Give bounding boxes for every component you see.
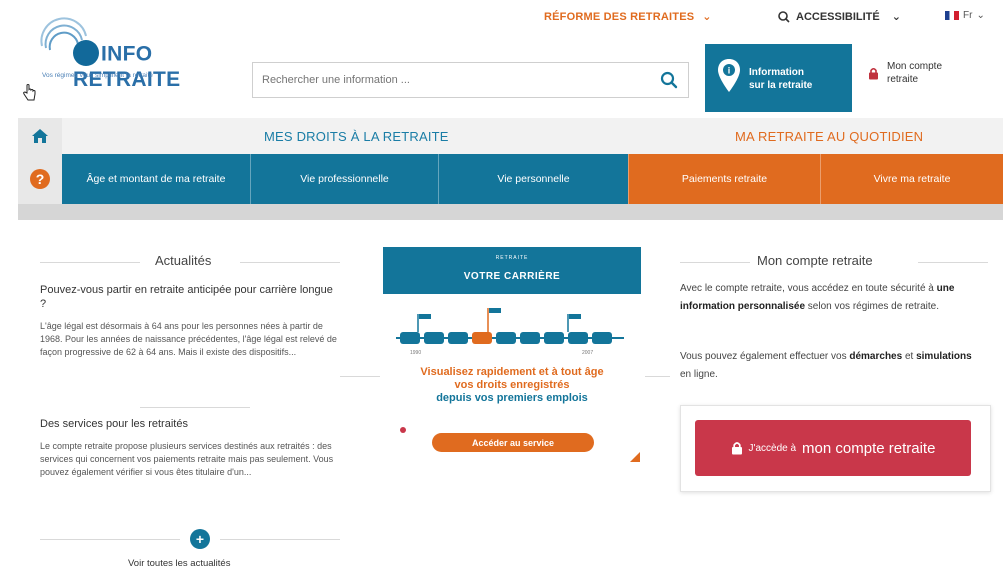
svg-text:i: i	[728, 66, 731, 76]
carriere-title: VOTRE CARRIÈRE	[463, 271, 561, 282]
search-input[interactable]	[253, 63, 643, 97]
divider	[140, 407, 250, 408]
carriere-line1: Visualisez rapidement et à tout âge	[420, 366, 604, 378]
infobox-line2: sur la retraite	[749, 80, 813, 91]
map-pin-icon: i	[718, 59, 740, 92]
carriere-description: Visualisez rapidement et à tout âge vos …	[383, 366, 641, 405]
logo-brand-text: INFO RETRAITE	[73, 40, 218, 92]
hand-cursor-icon	[23, 84, 36, 101]
main-nav-tabs: ? Âge et montant de ma retraite Vie prof…	[18, 154, 1003, 204]
chevron-down-icon: ⌄	[891, 11, 901, 23]
acceder-compte-retraite-button[interactable]: J'accède à mon compte retraite	[695, 420, 971, 476]
actualite-link-2[interactable]: Des services pour les retraités	[40, 418, 340, 430]
tab-vie-professionnelle[interactable]: Vie professionnelle	[250, 154, 438, 204]
chevron-down-icon: ⌄	[976, 10, 985, 21]
compte-paragraph-1: Avec le compte retraite, vous accédez en…	[680, 283, 955, 312]
language-label: Fr	[963, 10, 973, 21]
information-retraite-button[interactable]: i Information sur la retraite	[705, 44, 852, 112]
mon-compte-title: Mon compte retraite	[757, 253, 873, 268]
infobox-line1: Information	[749, 67, 804, 78]
decor-triangle-icon	[630, 452, 640, 462]
tab-paiements-retraite[interactable]: Paiements retraite	[628, 154, 820, 204]
main-nav-header: MES DROITS À LA RETRAITE MA RETRAITE AU …	[18, 118, 1003, 154]
votre-carriere-banner: RETRAITE VOTRE CARRIÈRE	[383, 247, 641, 294]
carriere-kicker: RETRAITE	[495, 255, 529, 261]
divider	[240, 262, 340, 263]
reforme-label: RÉFORME DES RETRAITES	[544, 10, 695, 23]
ma-retraite-quotidien-heading[interactable]: MA RETRAITE AU QUOTIDIEN	[735, 129, 923, 144]
plus-icon[interactable]: +	[190, 529, 210, 549]
search-icon[interactable]	[660, 71, 678, 89]
divider	[40, 539, 180, 540]
decor-dot-icon	[400, 427, 406, 433]
accessibility-icon	[778, 10, 790, 23]
logo-dot-icon	[73, 40, 99, 66]
compte-paragraph-2: Vous pouvez également effectuer vos déma…	[680, 351, 972, 380]
language-selector[interactable]: Fr ⌄	[945, 10, 985, 21]
moncompte-line1: Mon compte	[887, 61, 943, 72]
cta-small-label: J'accède à	[748, 442, 797, 454]
nav-shadow-band	[18, 204, 1003, 220]
actualite-excerpt-2: Le compte retraite propose plusieurs ser…	[40, 441, 334, 477]
svg-text:1990: 1990	[410, 350, 421, 356]
actualite-link-1[interactable]: Pouvez-vous partir en retraite anticipée…	[40, 283, 340, 311]
divider	[220, 539, 340, 540]
home-button[interactable]	[18, 118, 62, 154]
divider	[918, 262, 988, 263]
reforme-retraites-menu[interactable]: RÉFORME DES RETRAITES ⌄	[544, 10, 712, 24]
tab-vie-personnelle[interactable]: Vie personnelle	[438, 154, 628, 204]
search-box	[252, 62, 689, 98]
divider	[680, 262, 750, 263]
career-timeline-illustration: 1990 2007	[396, 308, 624, 356]
question-icon: ?	[30, 169, 50, 189]
actualites-title: Actualités	[155, 253, 212, 268]
voir-toutes-actualites-link[interactable]: Voir toutes les actualités	[128, 558, 230, 569]
lock-icon	[869, 67, 878, 79]
divider	[40, 262, 140, 263]
carriere-line3: depuis vos premiers emplois	[436, 392, 588, 404]
accessibility-label: ACCESSIBILITÉ	[796, 10, 880, 23]
acceder-au-service-button[interactable]: Accéder au service	[432, 433, 594, 452]
tab-vivre-ma-retraite[interactable]: Vivre ma retraite	[820, 154, 1003, 204]
divider	[645, 376, 670, 377]
mon-compte-link[interactable]: Mon compte retraite	[868, 60, 942, 86]
cta-card: J'accède à mon compte retraite	[680, 405, 991, 492]
moncompte-line2: retraite	[887, 74, 919, 85]
info-retraite-logo[interactable]: INFO RETRAITE Vos régimes vous simplifie…	[28, 10, 218, 92]
help-button[interactable]: ?	[18, 154, 62, 204]
accessibility-menu[interactable]: ACCESSIBILITÉ ⌄	[778, 10, 901, 23]
svg-text:2007: 2007	[582, 350, 593, 356]
french-flag-icon	[945, 11, 959, 20]
chevron-down-icon: ⌄	[702, 11, 712, 23]
lock-icon	[731, 442, 742, 455]
carriere-line2: vos droits enregistrés	[454, 379, 570, 391]
cta-big-label: mon compte retraite	[802, 439, 936, 457]
home-icon	[32, 129, 48, 143]
mes-droits-heading[interactable]: MES DROITS À LA RETRAITE	[264, 129, 449, 144]
tab-age-montant[interactable]: Âge et montant de ma retraite	[62, 154, 250, 204]
actualite-excerpt-1: L'âge légal est désormais à 64 ans pour …	[40, 321, 337, 357]
divider	[340, 376, 380, 377]
logo-tagline: Vos régimes vous simplifient la retraite	[42, 72, 153, 79]
